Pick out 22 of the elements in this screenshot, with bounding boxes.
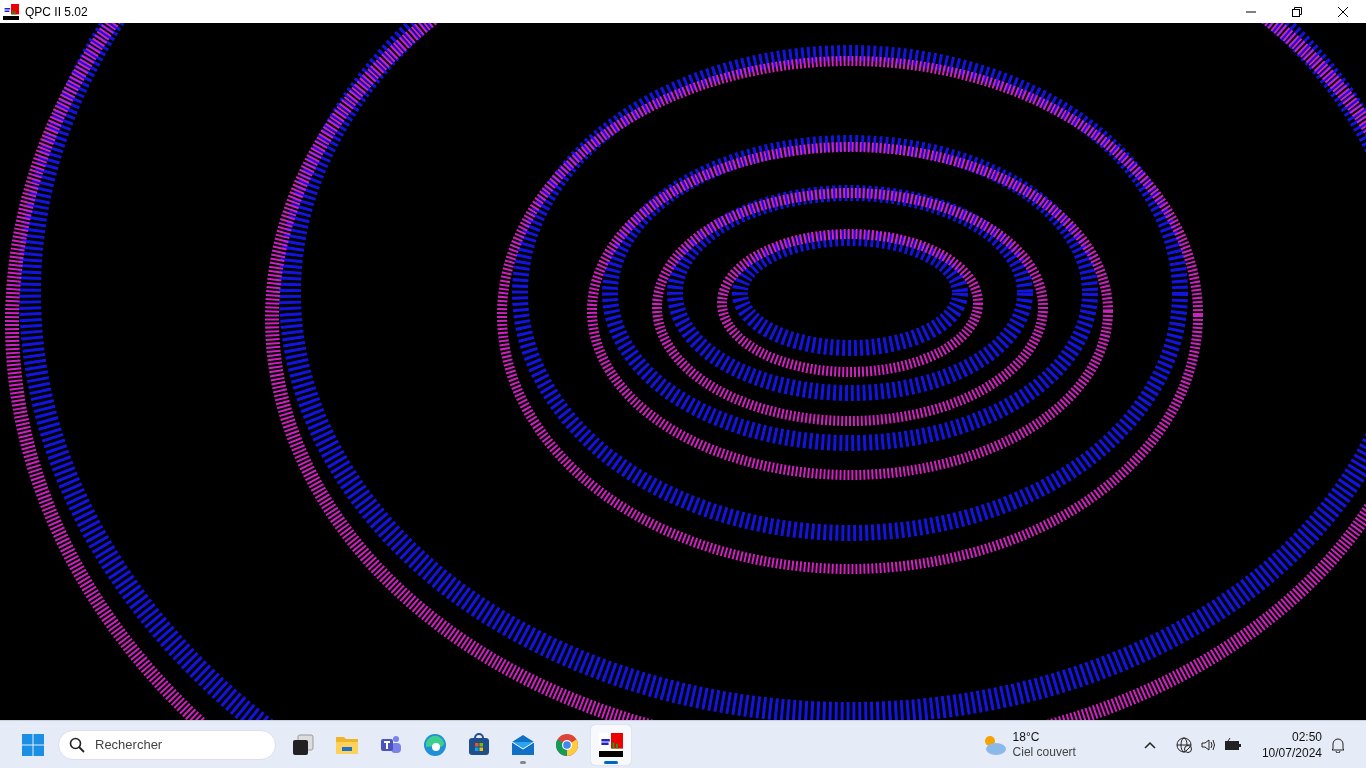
speaker-icon[interactable] <box>1199 736 1216 753</box>
store-bag-icon <box>467 732 491 757</box>
globe-icon[interactable] <box>1175 736 1192 753</box>
battery-icon[interactable] <box>1223 737 1242 752</box>
start-button[interactable] <box>20 731 46 758</box>
clock-date[interactable]: 10/07/2024 <box>1261 744 1322 761</box>
app-logo-icon <box>599 732 623 757</box>
chevron-up-icon[interactable] <box>1143 740 1156 749</box>
bell-icon[interactable] <box>1330 736 1346 753</box>
envelope-icon <box>511 732 535 757</box>
taskbar-app-button[interactable] <box>591 724 631 765</box>
app-logo-icon <box>3 3 19 20</box>
window-title: QPC II 5.02 <box>25 4 89 19</box>
search-icon <box>69 736 85 753</box>
close-icon <box>1338 6 1348 17</box>
windows-logo-icon <box>22 733 44 756</box>
task-view-icon <box>291 732 315 757</box>
restore-icon <box>1292 6 1302 17</box>
weather-condition-text: Ciel couvert <box>1012 744 1076 760</box>
temperature-text: 18°C <box>1012 729 1041 745</box>
search-field[interactable]: Rechercher <box>58 729 276 760</box>
clock-time[interactable]: 02:50 <box>1291 728 1322 745</box>
